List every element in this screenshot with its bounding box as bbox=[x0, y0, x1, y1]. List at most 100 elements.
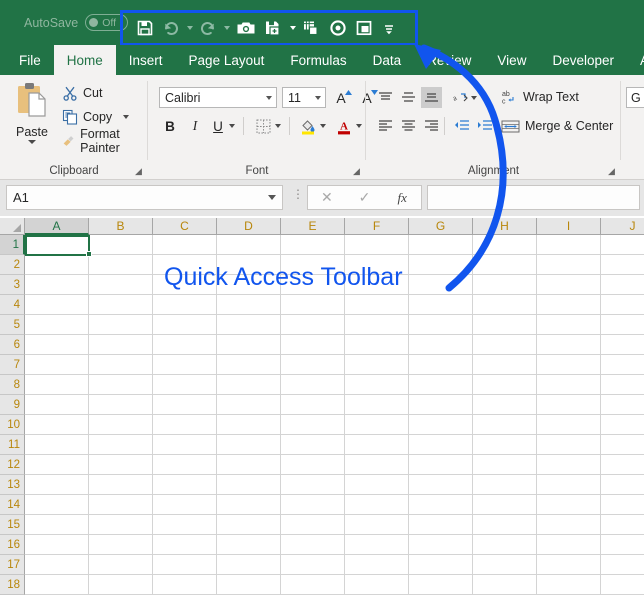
cell-B3[interactable] bbox=[89, 275, 153, 295]
font-size-caret[interactable] bbox=[315, 96, 321, 100]
formula-bar-handle[interactable]: ⋮ bbox=[292, 188, 304, 200]
cell-J3[interactable] bbox=[601, 275, 644, 295]
cell-A17[interactable] bbox=[25, 555, 89, 575]
cell-B14[interactable] bbox=[89, 495, 153, 515]
align-bottom-button[interactable] bbox=[421, 87, 442, 108]
borders-dropdown-caret[interactable] bbox=[272, 115, 283, 137]
bold-button[interactable]: B bbox=[159, 115, 181, 137]
column-header-H[interactable]: H bbox=[473, 218, 537, 235]
cell-J14[interactable] bbox=[601, 495, 644, 515]
copy-picture-icon[interactable] bbox=[299, 15, 324, 41]
cell-E4[interactable] bbox=[281, 295, 345, 315]
row-header-6[interactable]: 6 bbox=[0, 335, 25, 355]
cell-C1[interactable] bbox=[153, 235, 217, 255]
cell-G12[interactable] bbox=[409, 455, 473, 475]
cell-C14[interactable] bbox=[153, 495, 217, 515]
column-header-G[interactable]: G bbox=[409, 218, 473, 235]
cell-H15[interactable] bbox=[473, 515, 537, 535]
cell-E15[interactable] bbox=[281, 515, 345, 535]
autosave-control[interactable]: AutoSave Off bbox=[24, 14, 129, 31]
copy-button[interactable]: Copy bbox=[62, 107, 130, 127]
row-header-8[interactable]: 8 bbox=[0, 375, 25, 395]
cell-C6[interactable] bbox=[153, 335, 217, 355]
save-as-icon[interactable] bbox=[261, 15, 286, 41]
cell-I4[interactable] bbox=[537, 295, 601, 315]
cell-I18[interactable] bbox=[537, 575, 601, 595]
cell-A2[interactable] bbox=[25, 255, 89, 275]
cell-A7[interactable] bbox=[25, 355, 89, 375]
cell-I9[interactable] bbox=[537, 395, 601, 415]
number-format-input[interactable]: G bbox=[626, 87, 644, 108]
cell-E11[interactable] bbox=[281, 435, 345, 455]
cell-E17[interactable] bbox=[281, 555, 345, 575]
cell-I5[interactable] bbox=[537, 315, 601, 335]
cell-B11[interactable] bbox=[89, 435, 153, 455]
cell-D6[interactable] bbox=[217, 335, 281, 355]
row-header-5[interactable]: 5 bbox=[0, 315, 25, 335]
ribbon-tab-page-layout[interactable]: Page Layout bbox=[176, 45, 278, 75]
cell-F14[interactable] bbox=[345, 495, 409, 515]
ribbon-tab-developer[interactable]: Developer bbox=[539, 45, 627, 75]
cell-A11[interactable] bbox=[25, 435, 89, 455]
font-color-button[interactable]: A bbox=[333, 115, 355, 137]
cell-E6[interactable] bbox=[281, 335, 345, 355]
cell-H17[interactable] bbox=[473, 555, 537, 575]
ribbon-tab-view[interactable]: View bbox=[484, 45, 539, 75]
align-center-button[interactable] bbox=[398, 115, 419, 136]
cell-C16[interactable] bbox=[153, 535, 217, 555]
cell-G16[interactable] bbox=[409, 535, 473, 555]
cell-D5[interactable] bbox=[217, 315, 281, 335]
cell-J10[interactable] bbox=[601, 415, 644, 435]
cell-B2[interactable] bbox=[89, 255, 153, 275]
column-header-F[interactable]: F bbox=[345, 218, 409, 235]
clipboard-dialog-launcher[interactable]: ◢ bbox=[133, 166, 144, 177]
cell-D8[interactable] bbox=[217, 375, 281, 395]
cell-D10[interactable] bbox=[217, 415, 281, 435]
cell-I12[interactable] bbox=[537, 455, 601, 475]
orientation-dropdown-caret[interactable] bbox=[469, 87, 479, 108]
cell-E5[interactable] bbox=[281, 315, 345, 335]
cell-B12[interactable] bbox=[89, 455, 153, 475]
cell-J13[interactable] bbox=[601, 475, 644, 495]
column-header-C[interactable]: C bbox=[153, 218, 217, 235]
cell-B13[interactable] bbox=[89, 475, 153, 495]
cell-B7[interactable] bbox=[89, 355, 153, 375]
cell-F17[interactable] bbox=[345, 555, 409, 575]
column-header-A[interactable]: A bbox=[25, 218, 89, 235]
cell-A3[interactable] bbox=[25, 275, 89, 295]
cell-E7[interactable] bbox=[281, 355, 345, 375]
cell-F4[interactable] bbox=[345, 295, 409, 315]
cell-G9[interactable] bbox=[409, 395, 473, 415]
cell-H9[interactable] bbox=[473, 395, 537, 415]
cell-E16[interactable] bbox=[281, 535, 345, 555]
cell-G4[interactable] bbox=[409, 295, 473, 315]
align-top-button[interactable] bbox=[375, 87, 396, 108]
cell-J11[interactable] bbox=[601, 435, 644, 455]
cell-H8[interactable] bbox=[473, 375, 537, 395]
cell-F10[interactable] bbox=[345, 415, 409, 435]
cell-G15[interactable] bbox=[409, 515, 473, 535]
cell-B8[interactable] bbox=[89, 375, 153, 395]
cell-A12[interactable] bbox=[25, 455, 89, 475]
undo-dropdown-caret[interactable] bbox=[185, 15, 194, 41]
cell-A8[interactable] bbox=[25, 375, 89, 395]
column-header-D[interactable]: D bbox=[217, 218, 281, 235]
cell-D15[interactable] bbox=[217, 515, 281, 535]
row-header-9[interactable]: 9 bbox=[0, 395, 25, 415]
align-right-button[interactable] bbox=[421, 115, 442, 136]
cell-H18[interactable] bbox=[473, 575, 537, 595]
column-header-B[interactable]: B bbox=[89, 218, 153, 235]
cell-A4[interactable] bbox=[25, 295, 89, 315]
cell-H6[interactable] bbox=[473, 335, 537, 355]
cell-J8[interactable] bbox=[601, 375, 644, 395]
font-dialog-launcher[interactable]: ◢ bbox=[351, 166, 362, 177]
ribbon-tab-insert[interactable]: Insert bbox=[116, 45, 176, 75]
cell-I3[interactable] bbox=[537, 275, 601, 295]
cell-G11[interactable] bbox=[409, 435, 473, 455]
cell-F11[interactable] bbox=[345, 435, 409, 455]
enter-formula-button[interactable]: ✓ bbox=[346, 186, 384, 209]
cell-G1[interactable] bbox=[409, 235, 473, 255]
cell-C15[interactable] bbox=[153, 515, 217, 535]
ribbon-tab-data[interactable]: Data bbox=[360, 45, 415, 75]
cell-I11[interactable] bbox=[537, 435, 601, 455]
